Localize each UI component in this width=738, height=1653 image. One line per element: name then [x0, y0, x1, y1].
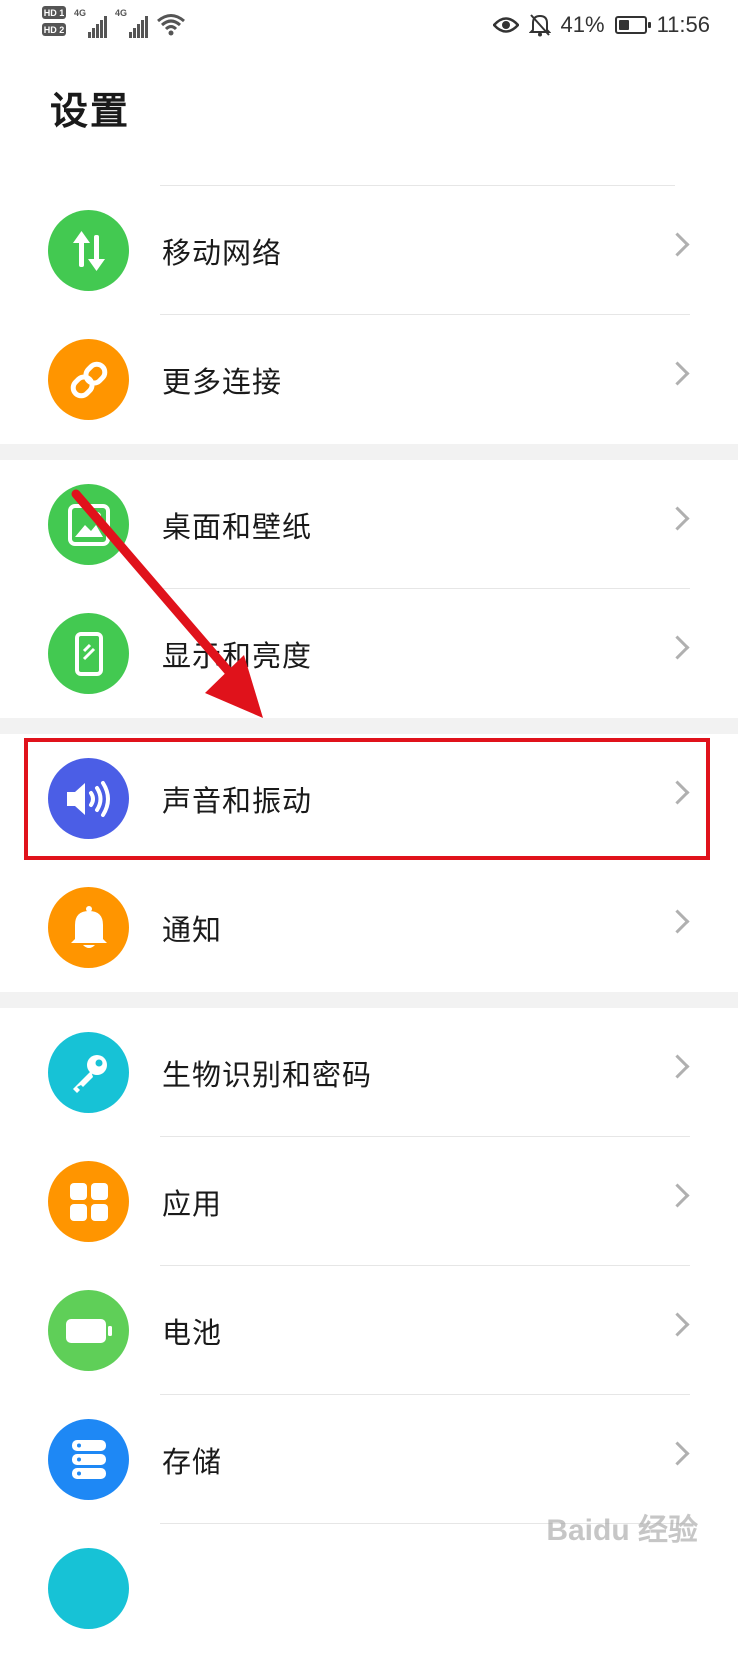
settings-group-display: 桌面和壁纸 显示和亮度	[0, 460, 738, 718]
settings-item-label: 更多连接	[162, 365, 283, 399]
apps-icon	[48, 1161, 129, 1242]
chevron-right-icon	[665, 909, 690, 934]
settings-item-biometrics[interactable]: 生物识别和密码	[0, 1008, 738, 1137]
settings-item-label: 生物识别和密码	[162, 1058, 373, 1092]
group-separator	[0, 444, 738, 460]
settings-item-apps[interactable]: 应用	[0, 1137, 738, 1266]
settings-item-label: 电池	[162, 1316, 223, 1350]
settings-group-security-apps: 生物识别和密码 应用 电池 存储	[0, 1008, 738, 1653]
battery-percent: 41%	[560, 12, 605, 37]
hd-voice-icon-1: HD 1	[42, 6, 66, 19]
watermark: Baidu 经验	[546, 1514, 698, 1547]
wifi-icon	[157, 14, 185, 36]
status-bar: HD 1 HD 2 4G 4G 41% 11:56	[0, 0, 738, 50]
settings-item-label: 通知	[162, 913, 223, 947]
settings-item-label: 移动网络	[162, 236, 283, 270]
chevron-right-icon	[665, 232, 690, 257]
chevron-right-icon	[665, 1312, 690, 1337]
chevron-right-icon	[665, 1054, 690, 1079]
wallpaper-icon	[48, 484, 129, 565]
chevron-right-icon	[665, 361, 690, 386]
group-separator	[0, 718, 738, 734]
bell-icon	[48, 887, 129, 968]
settings-item-display[interactable]: 显示和亮度	[0, 589, 738, 718]
chevron-right-icon	[665, 1183, 690, 1208]
chevron-right-icon	[665, 635, 690, 660]
signal-icon-sim2: 4G	[115, 6, 148, 38]
display-icon	[48, 613, 129, 694]
chevron-right-icon	[665, 1441, 690, 1466]
key-icon	[48, 1032, 129, 1113]
eye-comfort-icon	[492, 17, 519, 33]
clock: 11:56	[656, 12, 710, 37]
settings-item-wallpaper[interactable]: 桌面和壁纸	[0, 460, 738, 589]
hd-voice-icon-2: HD 2	[42, 23, 66, 36]
battery-icon	[48, 1290, 129, 1371]
mobile-data-icon	[48, 210, 129, 291]
settings-item-more-connections[interactable]: 更多连接	[0, 315, 738, 444]
settings-item-label: 桌面和壁纸	[162, 510, 313, 544]
partial-settings-icon	[48, 1548, 129, 1629]
group-separator	[0, 992, 738, 1008]
settings-item-mobile-network[interactable]: 移动网络	[0, 186, 738, 315]
settings-item-label: 显示和亮度	[162, 639, 313, 673]
bell-off-icon	[528, 14, 551, 37]
settings-item-battery[interactable]: 电池	[0, 1266, 738, 1395]
link-icon	[48, 339, 129, 420]
settings-group-connectivity: 移动网络 更多连接	[0, 186, 738, 444]
status-bar-left: HD 1 HD 2 4G 4G	[42, 6, 186, 38]
storage-icon	[48, 1419, 129, 1500]
settings-item-label: 应用	[162, 1187, 223, 1221]
settings-item-label: 存储	[162, 1445, 223, 1479]
settings-item-notifications[interactable]: 通知	[0, 863, 738, 992]
signal-icon-sim1: 4G	[74, 6, 107, 38]
highlight-box	[24, 738, 710, 860]
chevron-right-icon	[665, 506, 690, 531]
battery-status-icon	[614, 16, 651, 34]
page-title: 设置	[50, 89, 131, 133]
status-bar-right: 41% 11:56	[492, 12, 710, 38]
